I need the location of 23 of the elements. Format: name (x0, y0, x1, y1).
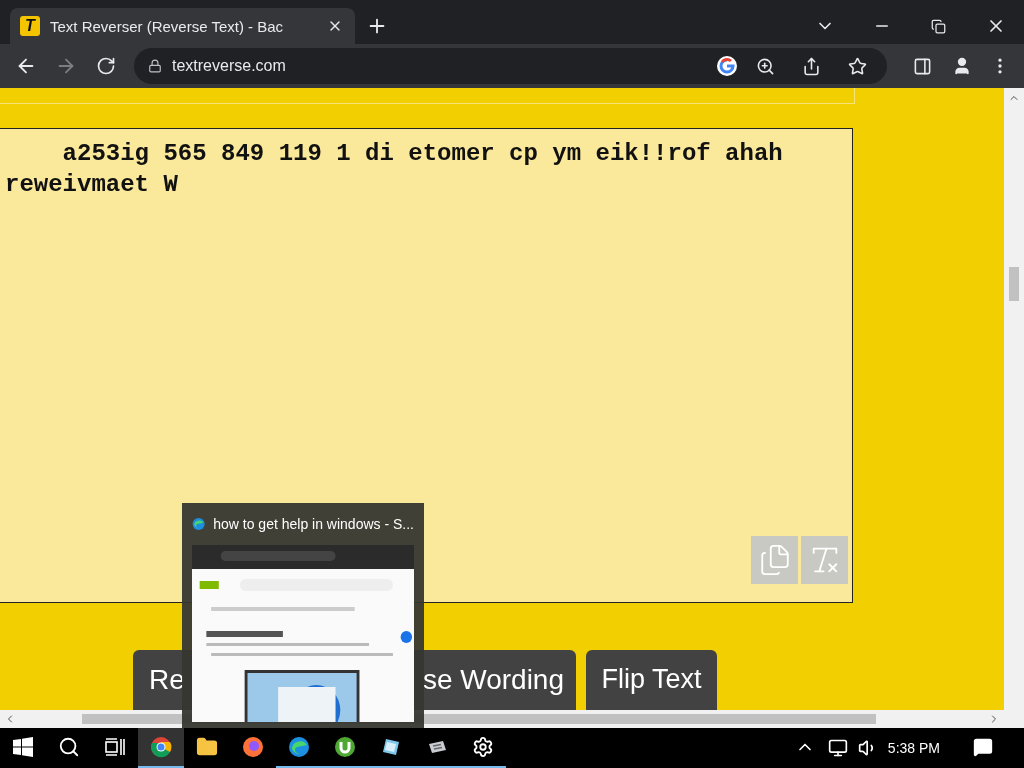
flip-text-button[interactable]: Flip Text (586, 650, 717, 710)
window-preview-tooltip[interactable]: how to get help in windows - S... (182, 503, 424, 728)
scroll-thumb[interactable] (1009, 267, 1019, 301)
g-logo-icon[interactable] (717, 56, 737, 76)
vertical-scrollbar[interactable] (1004, 88, 1024, 710)
windows-logo-icon (13, 737, 33, 757)
site-logo-icon: T (20, 16, 40, 36)
settings-icon (472, 736, 494, 758)
preview-title: how to get help in windows - S... (213, 516, 414, 532)
url-text: textreverse.com (172, 57, 287, 75)
taskbar-app[interactable] (138, 728, 184, 768)
browser-tab[interactable]: T Text Reverser (Reverse Text) - Bac (10, 8, 355, 44)
network-icon[interactable] (827, 738, 848, 758)
clock[interactable]: 5:38 PM (887, 740, 940, 756)
utorrent-icon (334, 736, 356, 758)
chrome-icon (150, 736, 172, 758)
firefox-icon (242, 736, 264, 758)
notepad-icon (380, 736, 402, 758)
folder-icon (196, 736, 218, 758)
edge-icon (288, 736, 310, 758)
address-bar[interactable]: textreverse.com (134, 48, 887, 84)
lock-icon (148, 59, 162, 73)
tab-title: Text Reverser (Reverse Text) - Bac (50, 17, 285, 35)
